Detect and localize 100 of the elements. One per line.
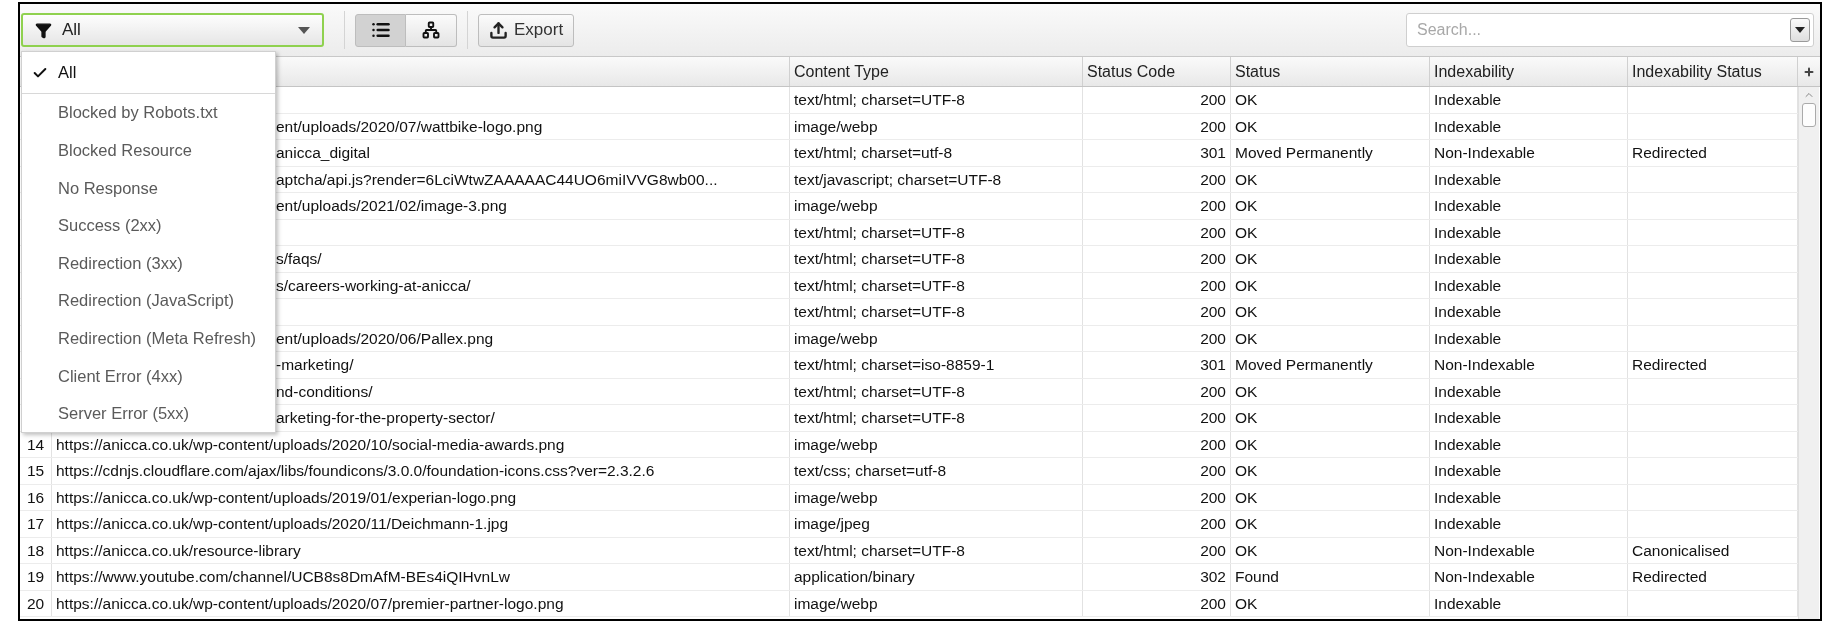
row-number: 15 [26,461,45,482]
export-button[interactable]: Export [478,13,575,47]
menu-item[interactable]: Success (2xx) [22,206,275,245]
table-cell-text: OK [1235,408,1258,429]
scrollbar-thumb[interactable] [1802,103,1816,127]
table-cell-text: Indexable [1434,169,1502,190]
add-column-icon[interactable] [1802,65,1815,78]
caret-icon [1795,27,1805,33]
table-cell-text: text/html; charset=UTF-8 [794,302,965,323]
table-cell-text: Indexable [1434,487,1502,508]
menu-item[interactable]: All [22,52,275,94]
row-number: 17 [26,514,45,535]
table-cell-text: Indexable [1434,275,1502,296]
table-cell-text: Indexable [1434,116,1502,137]
table-cell-text: https://anicca.co.uk/wp-content/uploads/2020/11/Deichmann-1.jpg [56,514,509,535]
table-cell-text: Indexable [1434,249,1502,270]
column-header[interactable]: Content Type [794,59,889,84]
table-cell-text: application/binary [794,567,915,588]
menu-item[interactable]: Client Error (4xx) [22,357,275,395]
tree-view-button[interactable] [406,13,457,47]
row-number: 19 [26,567,45,588]
table-cell-text: image/webp [794,487,878,508]
table-cell-text: Moved Permanently [1235,143,1373,164]
table-cell-text: OK [1235,90,1258,111]
table-cell-text: OK [1235,514,1258,535]
table-cell-text: nd-conditions/ [276,381,373,402]
table-cell-text: s/careers-working-at-anicca/ [276,275,471,296]
table-cell-text: 200 [1200,302,1226,323]
table-cell-text: Non-Indexable [1434,355,1535,376]
table-cell-text: Found [1235,567,1279,588]
table-cell-text: OK [1235,434,1258,455]
table-cell-text: ent/uploads/2020/07/wattbike-logo.png [276,116,543,137]
table-cell-text: 200 [1200,593,1226,614]
table-cell-text: image/jpeg [794,514,870,535]
column-header[interactable]: Indexability Status [1632,59,1762,84]
table-cell-text: https://anicca.co.uk/wp-content/uploads/2020/07/premier-partner-logo.png [56,593,564,614]
hierarchy-icon [422,21,440,39]
menu-item[interactable]: Blocked Resource [22,131,275,170]
table-cell-text: image/webp [794,196,878,217]
column-header[interactable]: Status Code [1087,59,1176,84]
table-cell-text: 200 [1200,461,1226,482]
table-cell-text: ent/uploads/2020/06/Pallex.png [276,328,494,349]
table-cell-text: 200 [1200,487,1226,508]
search-dropdown-button[interactable] [1790,18,1810,42]
scrollbar[interactable] [1798,87,1819,619]
table-cell-text: OK [1235,593,1258,614]
table-cell-text: Indexable [1434,222,1502,243]
table-cell-text: 301 [1200,355,1226,376]
menu-item[interactable]: Redirection (JavaScript) [22,281,275,320]
table-cell-text: OK [1235,381,1258,402]
table-cell-text: 200 [1200,514,1226,535]
row-number: 14 [26,434,45,455]
table-cell-text: https://www.youtube.com/channel/UCB8s8DmAfM-BEs4iQIHvnLw [56,567,510,588]
table-cell-text: OK [1235,196,1258,217]
list-icon [370,20,391,40]
table-cell-text: https://cdnjs.cloudflare.com/ajax/libs/foundicons/3.0.0/foundation-icons.css?ver=2.3.2.6 [56,461,655,482]
table-cell-text: Redirected [1632,567,1707,588]
table-cell-text: Canonicalised [1632,540,1730,561]
menu-item[interactable]: Blocked by Robots.txt [22,94,275,132]
table-cell-text: Non-Indexable [1434,567,1535,588]
table-cell-text: text/javascript; charset=UTF-8 [794,169,1002,190]
column-header[interactable]: Indexability [1434,59,1515,84]
table-cell-text: 200 [1200,540,1226,561]
table-cell-text: OK [1235,169,1258,190]
table-cell-text: 200 [1200,249,1226,270]
table-cell-text: Moved Permanently [1235,355,1373,376]
caret-icon [298,26,310,34]
menu-item[interactable]: Server Error (5xx) [22,394,275,433]
list-view-button[interactable] [355,13,406,47]
table-cell-text: 200 [1200,275,1226,296]
table-cell-text: -marketing/ [276,355,354,376]
table-cell-text: OK [1235,302,1258,323]
table-cell-text: Indexable [1434,461,1502,482]
table-cell-text: 200 [1200,328,1226,349]
upload-icon [489,20,508,40]
table-cell-text: OK [1235,116,1258,137]
table-cell-text: OK [1235,328,1258,349]
search-field[interactable]: Search... [1406,13,1814,47]
table-cell-text: image/webp [794,116,878,137]
column-header[interactable]: Status [1235,59,1281,84]
table-cell-text: Indexable [1434,593,1502,614]
table-cell-text: text/html; charset=iso-8859-1 [794,355,995,376]
table-cell-text: OK [1235,487,1258,508]
menu-item[interactable]: No Response [22,169,275,207]
row-number: 18 [26,540,45,561]
table-cell-text: text/css; charset=utf-8 [794,461,947,482]
menu-item[interactable]: Redirection (Meta Refresh) [22,319,275,358]
table-cell-text: OK [1235,461,1258,482]
menu-item[interactable]: Redirection (3xx) [22,244,275,282]
table-cell-text: s/faqs/ [276,249,322,270]
table-cell-text: OK [1235,222,1258,243]
filter-dropdown[interactable]: All [21,13,324,47]
table-cell-text: 200 [1200,434,1226,455]
table-cell-text: OK [1235,275,1258,296]
table-cell-text: text/html; charset=UTF-8 [794,408,965,429]
table-cell-text: text/html; charset=UTF-8 [794,249,965,270]
table-cell-text: text/html; charset=UTF-8 [794,381,965,402]
table-cell-text: anicca_digital [276,143,370,164]
table-cell-text: ent/uploads/2021/02/image-3.png [276,196,507,217]
table-cell-text: 200 [1200,90,1226,111]
